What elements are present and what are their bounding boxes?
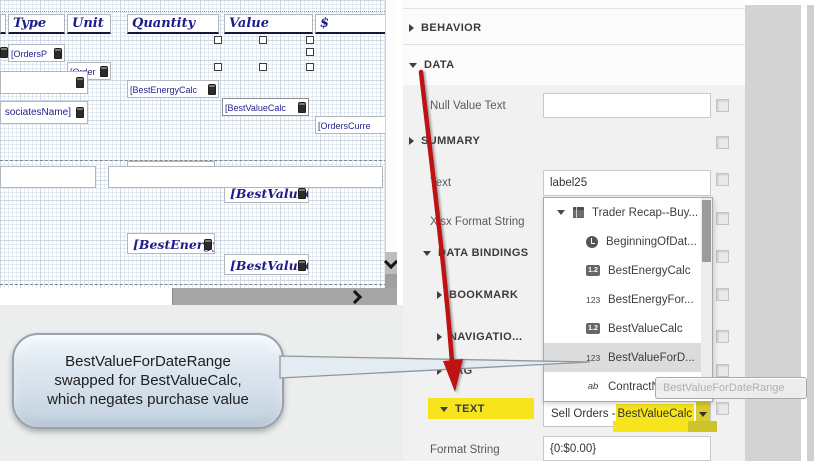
field-smart-tag-icon[interactable]: [100, 66, 108, 77]
band-separator-dashed: [0, 284, 397, 285]
selection-handle[interactable]: [259, 36, 267, 44]
xlsx-format-string-label: Xlsx Format String: [430, 216, 525, 228]
table-icon: [573, 207, 584, 218]
header-cell-unit[interactable]: Unit: [67, 14, 111, 34]
field-smart-tag-icon[interactable]: [298, 102, 306, 113]
section-bookmark[interactable]: BOOKMARK: [437, 289, 518, 301]
selection-handle[interactable]: [259, 63, 267, 71]
horizontal-scroll-thumb[interactable]: [0, 288, 173, 305]
format-string-label: Format String: [430, 444, 500, 456]
down-arrow-icon: [699, 412, 707, 417]
right-chevron-icon[interactable]: [348, 290, 362, 304]
integer-field-icon: 123: [586, 353, 600, 363]
window-scrollbar[interactable]: [807, 0, 814, 461]
null-value-checkbox[interactable]: [716, 99, 729, 112]
tree-node-field[interactable]: 1.2 BestValueCalc: [544, 314, 712, 343]
collapsed-arrow-icon: [437, 333, 442, 341]
tag-checkbox[interactable]: [716, 364, 729, 377]
collapsed-arrow-icon: [409, 137, 414, 145]
tree-node-datasource[interactable]: Trader Recap--Buy...: [544, 198, 712, 227]
top-strip: [745, 0, 814, 5]
text-label: Text: [430, 177, 451, 189]
selection-handle[interactable]: [306, 48, 314, 56]
popup-scrollbar[interactable]: [701, 198, 712, 399]
popup-scroll-thumb[interactable]: [702, 200, 711, 262]
group-cell-bestvalue[interactable]: [BestValueC: [224, 254, 309, 275]
section-tag[interactable]: TAG: [437, 365, 473, 377]
field-cell-bestenergycalc[interactable]: [BestEnergyCalc: [127, 80, 219, 98]
annotation-callout: BestValueForDateRange swapped for BestVa…: [12, 333, 284, 429]
field-smart-tag-icon[interactable]: [76, 107, 84, 118]
combo-underline-highlight-dark: [688, 421, 717, 432]
vertical-scrollbar[interactable]: [385, 0, 397, 288]
tree-node-field-hovered[interactable]: 123 BestValueForD...: [544, 343, 712, 372]
horizontal-scrollbar[interactable]: [0, 288, 397, 305]
selection-handle[interactable]: [306, 36, 314, 44]
field-smart-tag-icon[interactable]: [54, 48, 62, 59]
field-smart-tag-icon[interactable]: [76, 77, 84, 88]
data-bindings-checkbox[interactable]: [716, 250, 729, 263]
section-behavior[interactable]: BEHAVIOR: [409, 22, 481, 34]
section-data[interactable]: DATA: [409, 59, 455, 71]
section-data-bindings[interactable]: DATA BINDINGS: [423, 247, 529, 259]
format-string-input[interactable]: [543, 436, 711, 461]
scrollbar-track-end[interactable]: [385, 274, 397, 288]
empty-cell[interactable]: [0, 166, 96, 188]
scroll-down-button[interactable]: [385, 252, 397, 274]
header-cell-value[interactable]: Value: [224, 14, 313, 34]
expanded-arrow-icon: [409, 63, 417, 68]
empty-cell[interactable]: [0, 71, 88, 94]
header-cell-quantity[interactable]: Quantity: [127, 14, 219, 34]
field-cell-bestvaluecalc-selected[interactable]: [BestValueCalc: [222, 98, 309, 116]
report-designer-window: Type Unit Quantity Value $ [OrdersP [Ord…: [0, 0, 814, 461]
expanded-arrow-icon: [423, 251, 431, 256]
expanded-arrow-icon[interactable]: [557, 210, 565, 215]
text-checkbox[interactable]: [716, 173, 729, 186]
group-cell-bestenergy[interactable]: [BestEnergy: [127, 233, 215, 254]
tree-node-field[interactable]: 1.2 BestEnergyCalc: [544, 256, 712, 285]
section-navigation[interactable]: NAVIGATIO...: [437, 331, 522, 343]
header-cell-type[interactable]: Type: [8, 14, 65, 34]
header-cell-partial[interactable]: [0, 14, 6, 34]
decimal-field-icon: 1.2: [586, 323, 600, 334]
selection-handle[interactable]: [214, 63, 222, 71]
collapsed-arrow-icon: [409, 24, 414, 32]
tree-node-field[interactable]: BeginningOfDat...: [544, 227, 712, 256]
bookmark-checkbox[interactable]: [716, 288, 729, 301]
report-design-surface[interactable]: Type Unit Quantity Value $ [OrdersP [Ord…: [0, 0, 397, 305]
collapsed-arrow-icon: [437, 291, 442, 299]
down-chevron-icon: [384, 254, 397, 268]
clock-icon: [586, 236, 598, 248]
field-list-popup[interactable]: Trader Recap--Buy... BeginningOfDat... 1…: [543, 197, 713, 402]
binding-prefix: Sell Orders -: [551, 408, 616, 420]
decimal-field-icon: 1.2: [586, 265, 600, 276]
text-field-icon: ab: [586, 381, 600, 392]
expanded-arrow-icon: [440, 407, 448, 412]
empty-cell[interactable]: [108, 166, 383, 188]
text-binding-checkbox[interactable]: [716, 402, 729, 415]
integer-field-icon: 123: [586, 295, 600, 305]
field-smart-tag-icon[interactable]: [204, 239, 212, 250]
field-smart-tag-icon[interactable]: [298, 188, 306, 199]
tree-node-field[interactable]: 123 BestEnergyFor...: [544, 285, 712, 314]
null-value-text-label: Null Value Text: [430, 100, 506, 112]
field-tooltip: BestValueForDateRange: [655, 377, 807, 399]
field-smart-tag-icon[interactable]: [208, 84, 216, 95]
associates-name-cell[interactable]: sociatesName]: [0, 101, 88, 124]
band-separator: [0, 11, 397, 12]
text-input[interactable]: [543, 170, 711, 196]
selection-handle[interactable]: [214, 36, 222, 44]
null-value-text-input[interactable]: [543, 93, 711, 118]
navigation-checkbox[interactable]: [716, 330, 729, 343]
section-text[interactable]: TEXT: [440, 403, 485, 415]
xlsx-format-checkbox[interactable]: [716, 212, 729, 225]
band-separator-dashed: [0, 160, 397, 161]
selection-handle[interactable]: [306, 63, 314, 71]
summary-checkbox[interactable]: [716, 136, 729, 149]
field-cell-orders-p[interactable]: [OrdersP: [8, 44, 65, 62]
field-smart-tag-icon[interactable]: [0, 47, 8, 58]
collapsed-arrow-icon: [437, 367, 442, 375]
field-smart-tag-icon[interactable]: [298, 260, 306, 271]
section-summary[interactable]: SUMMARY: [409, 135, 480, 147]
